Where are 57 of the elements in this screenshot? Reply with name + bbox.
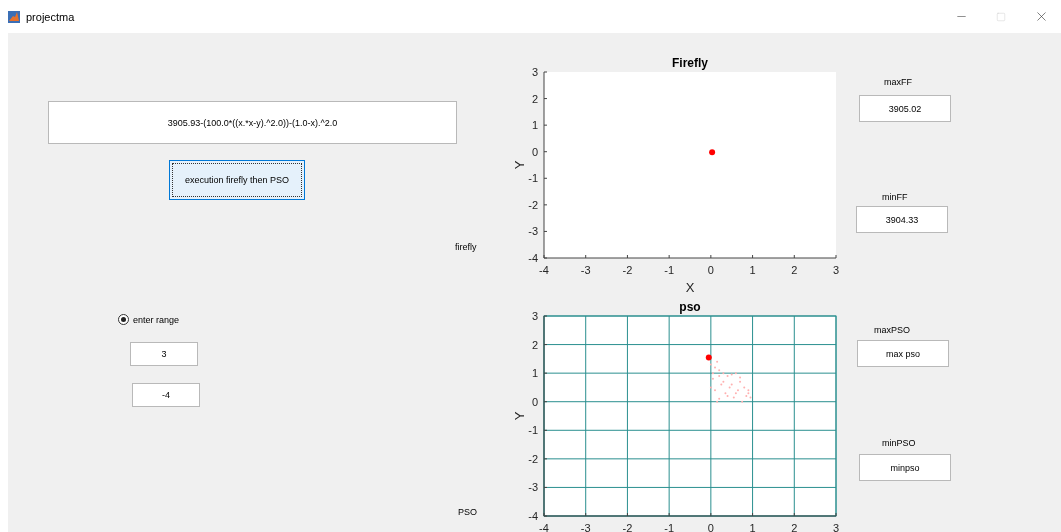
x-tick-label: 1 — [749, 522, 756, 532]
result-label: maxPSO — [874, 325, 910, 335]
y-tick-label: 1 — [531, 367, 538, 380]
result-label: maxFF — [884, 77, 912, 87]
x-tick-label: -2 — [622, 522, 633, 532]
y-tick-label: -1 — [528, 172, 538, 185]
y-tick-label: -2 — [528, 452, 538, 465]
y-tick-label: 3 — [531, 310, 538, 322]
x-tick-label: -3 — [580, 522, 591, 532]
range-radio-label: enter range — [133, 314, 180, 325]
x-tick-label: 1 — [749, 264, 756, 276]
result-field[interactable]: 3905.02 — [859, 95, 951, 122]
y-tick-label: -4 — [528, 252, 538, 264]
range-radio[interactable] — [118, 314, 129, 325]
x-tick-label: 0 — [707, 522, 714, 532]
y-tick-label: -4 — [528, 510, 538, 522]
result-field[interactable]: 3904.33 — [856, 206, 948, 233]
y-tick-label: 3 — [531, 66, 538, 78]
particle-trail-drawing — [709, 360, 752, 403]
pso-label: PSO — [458, 507, 477, 517]
x-axis-label: X — [685, 280, 695, 295]
y-tick-label: -2 — [528, 198, 538, 211]
x-tick-label: 2 — [791, 522, 798, 532]
x-tick-label: -4 — [539, 522, 549, 532]
x-tick-label: 2 — [791, 264, 798, 276]
result-label: minFF — [882, 192, 908, 202]
chart-title: pso — [679, 300, 701, 314]
x-tick-label: -1 — [664, 522, 675, 532]
y-tick-label: 2 — [531, 92, 538, 105]
upper-range-field[interactable]: 3 — [130, 342, 198, 366]
y-tick-label: -3 — [528, 481, 538, 494]
result-field[interactable]: minpso — [859, 454, 951, 481]
window-title: projectma — [26, 10, 75, 23]
maximize-icon[interactable] — [996, 11, 1006, 22]
y-axis-label: Y — [512, 411, 527, 421]
y-tick-label: -3 — [528, 225, 538, 238]
y-axis-label: Y — [512, 160, 527, 170]
run-button[interactable]: execution firefly then PSO — [169, 160, 305, 200]
x-tick-label: 0 — [707, 264, 714, 276]
x-tick-label: 3 — [832, 522, 840, 532]
y-tick-label: 1 — [531, 119, 538, 132]
x-tick-label: -2 — [622, 264, 633, 276]
result-field[interactable]: max pso — [857, 340, 949, 367]
x-tick-label: -4 — [539, 264, 549, 276]
result-label: minPSO — [882, 438, 916, 448]
x-tick-label: -3 — [580, 264, 591, 276]
y-tick-label: 0 — [531, 395, 538, 408]
lower-range-field[interactable]: -4 — [132, 383, 200, 407]
app-logo-icon — [8, 10, 20, 23]
y-tick-label: -1 — [528, 424, 538, 437]
function-field[interactable]: 3905.93-(100.0*((x.*x-y).^2.0))-(1.0-x).^2.0 — [48, 101, 457, 144]
x-tick-label: -1 — [664, 264, 675, 276]
y-tick-label: 0 — [531, 145, 538, 158]
chart-title: Firefly — [672, 56, 708, 70]
firefly-label: firefly — [455, 242, 477, 252]
y-tick-label: 2 — [531, 338, 538, 351]
x-tick-label: 3 — [832, 264, 840, 276]
